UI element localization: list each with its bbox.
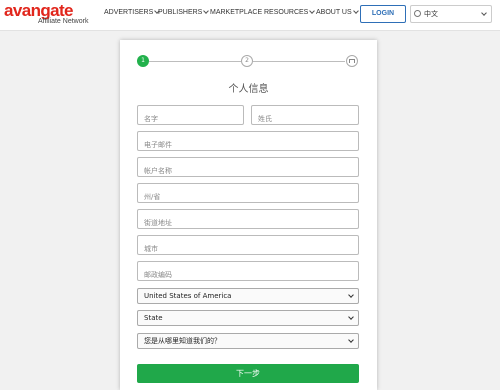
step-connector	[149, 61, 241, 62]
province-field[interactable]	[137, 183, 359, 206]
state-value: State	[144, 314, 163, 322]
street-address-field[interactable]	[137, 209, 359, 232]
city-input[interactable]	[138, 240, 358, 258]
signup-card: 1 2 个人信息 United States of America State …	[120, 40, 377, 390]
referral-select[interactable]: 您是从哪里知道我们的？	[137, 333, 359, 349]
chevron-down-icon	[348, 292, 354, 298]
chevron-down-icon	[203, 8, 210, 14]
avangate-logo[interactable]: avangate Affiliate Network	[4, 2, 94, 28]
postal-code-input[interactable]	[138, 266, 358, 284]
account-name-input[interactable]	[138, 162, 358, 180]
email-input[interactable]	[138, 136, 358, 154]
next-step-button[interactable]: 下一步	[137, 364, 359, 383]
step-finish-indicator	[346, 55, 358, 67]
referral-value: 您是从哪里知道我们的？	[144, 337, 221, 345]
form-title: 个人信息	[228, 84, 269, 95]
globe-icon	[414, 10, 421, 17]
language-value: 中文	[424, 10, 438, 18]
flag-icon	[349, 59, 355, 63]
province-input[interactable]	[138, 188, 358, 206]
nav-publishers[interactable]: PUBLISHERS	[158, 8, 210, 16]
chevron-down-icon	[481, 10, 487, 16]
nav-resources[interactable]: RESOURCES	[264, 8, 316, 16]
state-select[interactable]: State	[137, 310, 359, 326]
email-field[interactable]	[137, 131, 359, 154]
login-button[interactable]: LOGIN	[360, 5, 406, 23]
top-header: avangate Affiliate Network ADVERTISERS P…	[0, 0, 500, 31]
chevron-down-icon	[348, 337, 354, 343]
step-1-indicator: 1	[137, 55, 149, 67]
language-select[interactable]: 中文	[410, 5, 492, 23]
last-name-input[interactable]	[252, 110, 358, 128]
last-name-field[interactable]	[251, 105, 359, 128]
country-select[interactable]: United States of America	[137, 288, 359, 304]
first-name-input[interactable]	[138, 110, 243, 128]
step-progress: 1 2	[120, 53, 377, 69]
nav-about-us[interactable]: ABOUT US	[316, 8, 359, 16]
country-value: United States of America	[144, 292, 232, 300]
logo-subtitle: Affiliate Network	[38, 18, 89, 25]
nav-advertisers[interactable]: ADVERTISERS	[104, 8, 161, 16]
step-connector	[253, 61, 345, 62]
first-name-field[interactable]	[137, 105, 244, 128]
chevron-down-icon	[348, 314, 354, 320]
account-name-field[interactable]	[137, 157, 359, 180]
city-field[interactable]	[137, 235, 359, 258]
chevron-down-icon	[309, 8, 316, 14]
nav-marketplace[interactable]: MARKETPLACE	[210, 9, 262, 16]
street-address-input[interactable]	[138, 214, 358, 232]
chevron-down-icon	[352, 8, 359, 14]
postal-code-field[interactable]	[137, 261, 359, 284]
step-2-indicator: 2	[241, 55, 253, 67]
